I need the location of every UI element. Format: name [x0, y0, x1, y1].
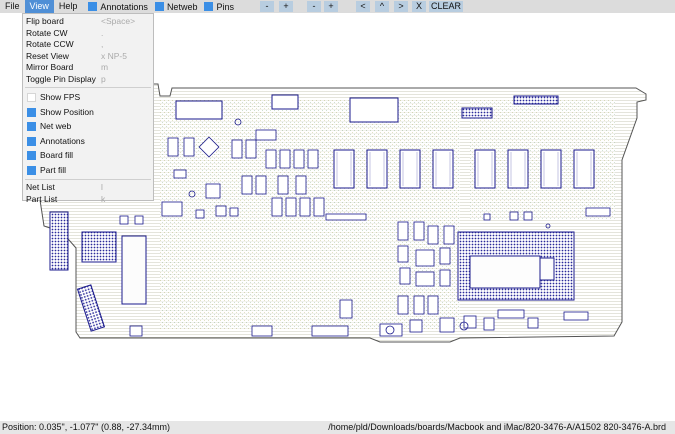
- pins-checkbox-icon[interactable]: [204, 2, 214, 11]
- toggle-netweb-label: Netweb: [166, 1, 198, 12]
- menu-item-label: Rotate CW: [26, 27, 68, 38]
- menu-item-label: Net web: [40, 121, 72, 131]
- menu-item-label: Toggle Pin Display: [26, 73, 96, 84]
- toggle-annotations-label: Annotations: [100, 1, 148, 12]
- top-connector[interactable]: [271, 94, 299, 110]
- menu-item-rotate-cw[interactable]: Rotate CW .: [23, 28, 153, 40]
- menu-item-label: Part fill: [40, 164, 66, 175]
- menu-item-board-fill[interactable]: Board fill: [23, 148, 153, 163]
- status-bar: Position: 0.035", -1.077" (0.88, -27.34m…: [0, 421, 675, 434]
- menu-item-show-position[interactable]: Show Position: [23, 105, 153, 120]
- menu-item-net-list[interactable]: Net List l: [23, 182, 153, 194]
- menu-item-shortcut: ,: [101, 39, 104, 49]
- left-connector[interactable]: [49, 211, 69, 271]
- cpu-die: [469, 255, 541, 289]
- menu-item-toggle-pin-display[interactable]: Toggle Pin Display p: [23, 74, 153, 86]
- checkbox-icon[interactable]: [27, 165, 36, 175]
- nav-left-button[interactable]: <: [355, 1, 370, 12]
- top-connector[interactable]: [175, 100, 223, 120]
- left-bga[interactable]: [81, 231, 117, 263]
- toggle-pins[interactable]: Pins: [204, 2, 234, 12]
- menu-item-label: Show FPS: [40, 92, 81, 102]
- menubar: File View Help Annotations Netweb Pins -…: [0, 0, 675, 13]
- menu-item-show-fps[interactable]: Show FPS: [23, 90, 153, 105]
- checkbox-icon[interactable]: [27, 122, 36, 131]
- menu-separator: [25, 87, 151, 88]
- top-connector[interactable]: [461, 107, 493, 119]
- menu-item-flip-board[interactable]: Flip board <Space>: [23, 16, 153, 28]
- zoom-in-button[interactable]: +: [278, 1, 293, 12]
- menu-item-shortcut: m: [101, 62, 109, 72]
- menu-item-shortcut: k: [101, 193, 106, 204]
- annotations-checkbox-icon[interactable]: [88, 2, 98, 11]
- cursor-position: Position: 0.035", -1.077" (0.88, -27.34m…: [2, 422, 170, 432]
- menu-item-shortcut: x NP-5: [101, 50, 127, 61]
- toggle-netweb[interactable]: Netweb: [154, 1, 198, 12]
- menu-item-label: Flip board: [26, 16, 64, 26]
- plus-button[interactable]: +: [323, 1, 338, 12]
- menu-item-label: Part List: [26, 193, 58, 204]
- menu-item-label: Rotate CCW: [26, 39, 74, 49]
- menu-item-label: Mirror Board: [26, 62, 74, 72]
- menu-help[interactable]: Help: [54, 0, 83, 13]
- checkbox-icon[interactable]: [27, 93, 36, 102]
- menu-item-label: Net List: [26, 182, 55, 192]
- view-menu-dropdown: Flip board <Space> Rotate CW . Rotate CC…: [22, 13, 154, 204]
- toggle-annotations[interactable]: Annotations: [88, 2, 148, 12]
- menu-item-part-list[interactable]: Part List k: [23, 194, 153, 206]
- zoom-out-button[interactable]: -: [259, 1, 274, 12]
- menu-view[interactable]: View: [24, 0, 54, 13]
- clear-button[interactable]: CLEAR: [428, 1, 463, 12]
- menu-file[interactable]: File: [0, 0, 25, 13]
- chip[interactable]: [121, 235, 147, 305]
- nav-right-button[interactable]: >: [393, 1, 408, 12]
- menu-item-shortcut: .: [101, 27, 104, 38]
- minus-button[interactable]: -: [306, 1, 321, 12]
- menu-item-label: Annotations: [40, 135, 85, 146]
- toggle-pins-label: Pins: [216, 1, 234, 12]
- checkbox-icon[interactable]: [27, 136, 36, 146]
- nav-up-button[interactable]: ^: [374, 1, 389, 12]
- menu-item-shortcut: p: [101, 73, 106, 84]
- menu-item-label: Reset View: [26, 50, 69, 61]
- menu-item-mirror-board[interactable]: Mirror Board m: [23, 62, 153, 74]
- checkbox-icon[interactable]: [27, 107, 36, 117]
- cpu-die-small: [539, 257, 555, 281]
- menu-item-rotate-ccw[interactable]: Rotate CCW ,: [23, 39, 153, 51]
- x-button[interactable]: X: [411, 1, 426, 12]
- menu-item-annotations[interactable]: Annotations: [23, 134, 153, 149]
- menu-item-label: Board fill: [40, 150, 74, 160]
- top-connector[interactable]: [513, 95, 559, 105]
- menu-item-shortcut: <Space>: [101, 16, 136, 26]
- menu-item-net-web[interactable]: Net web: [23, 119, 153, 134]
- top-connector[interactable]: [349, 97, 399, 123]
- menu-item-shortcut: l: [101, 182, 103, 192]
- netweb-checkbox-icon[interactable]: [154, 2, 164, 11]
- menu-item-reset-view[interactable]: Reset View x NP-5: [23, 51, 153, 63]
- checkbox-icon[interactable]: [27, 151, 36, 160]
- file-path: /home/pld/Downloads/boards/Macbook and i…: [328, 422, 666, 432]
- menu-item-part-fill[interactable]: Part fill: [23, 163, 153, 178]
- menu-item-label: Show Position: [40, 106, 94, 117]
- menu-separator: [25, 179, 151, 180]
